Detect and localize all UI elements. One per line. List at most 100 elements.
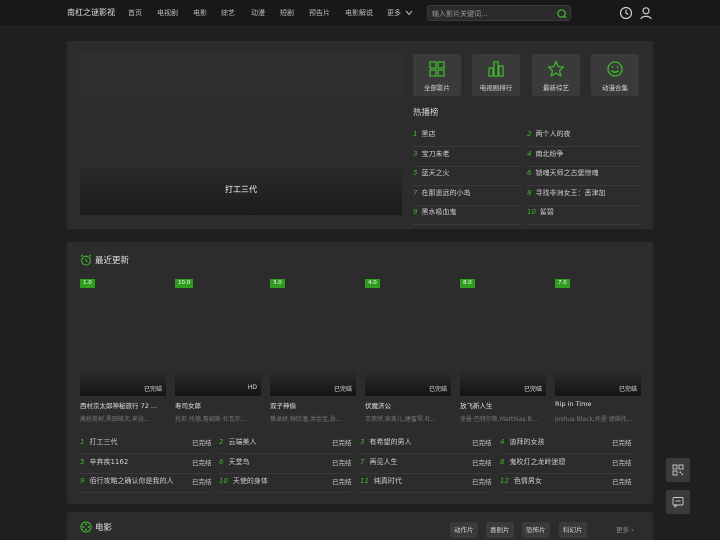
chevron-right-icon: › (631, 526, 634, 534)
list-status: 已完结 (192, 458, 212, 467)
list-status: 已完结 (332, 439, 352, 447)
poster[interactable]: 4.0 已完结 (365, 279, 451, 396)
hot-item[interactable]: 9 黑水吸血鬼 (413, 207, 521, 225)
card-title[interactable]: 西村京太郎神秘旅行 72 ... (80, 400, 166, 410)
list-title: 辛弃疾1162 (89, 457, 129, 466)
card-title[interactable]: 寿司女郎 (175, 400, 261, 410)
list-item[interactable]: 5 辛弃疾1162 已完结 (80, 457, 212, 474)
list-item[interactable]: 4 迪拜的女孩 已完结 (500, 437, 633, 454)
hero-banner[interactable]: 打工三代 (80, 54, 402, 215)
list-item[interactable]: 2 云端美人 已完结 (219, 437, 352, 454)
card-title[interactable]: 放飞新人生 (460, 400, 546, 410)
list-rank: 7 (360, 457, 365, 466)
list-rank: 2 (219, 438, 224, 446)
list-rank: 5 (80, 457, 85, 466)
score-badge: 7.0 (555, 279, 570, 288)
tag-comedy[interactable]: 喜剧片 (486, 522, 514, 538)
message-button[interactable] (666, 490, 690, 514)
poster[interactable]: 8.0 已完结 (460, 279, 546, 396)
card-cast: 蔡卓妍,钟欣潼,洪金宝,张... (270, 416, 342, 423)
hot-title: 两个人的夜 (535, 130, 571, 138)
hot-rank: 9 (413, 208, 418, 216)
card-title[interactable]: Rip in Time (555, 400, 641, 408)
category-all[interactable]: 全部影片 (413, 54, 461, 96)
list-item[interactable]: 1 打工三代 已完结 (80, 437, 212, 454)
search-icon[interactable] (556, 8, 567, 19)
list-status: 已完结 (332, 478, 352, 486)
list-title: 鬼吹灯之龙岭迷窟 (509, 457, 566, 466)
category-anime[interactable]: 动漫合集 (591, 54, 639, 96)
card-title[interactable]: 伏魔济公 (365, 400, 451, 410)
grid-icon (429, 61, 445, 77)
list-item[interactable]: 11 纯真时代 已完结 (360, 476, 492, 493)
list-item[interactable]: 6 天堂鸟 已完结 (219, 457, 352, 474)
smile-icon (607, 61, 623, 77)
nav-anime[interactable]: 动漫 (251, 8, 265, 18)
nav-shorts[interactable]: 短剧 (280, 8, 294, 18)
hot-rank: 5 (413, 169, 418, 177)
hero-title[interactable]: 打工三代 (80, 184, 402, 195)
nav-commentary[interactable]: 电影解说 (345, 8, 373, 18)
category-tv-ranking[interactable]: 电视剧排行 (472, 54, 520, 96)
hot-item[interactable]: 2 两个人的夜 (527, 129, 641, 147)
movie-section-title: 电影 (95, 523, 113, 533)
nav-movie[interactable]: 电影 (193, 8, 207, 18)
poster[interactable]: 3.0 已完结 (270, 279, 356, 396)
site-logo[interactable]: 南杠之谜影视 (67, 7, 115, 18)
list-status: 已完结 (612, 478, 632, 486)
history-icon[interactable] (619, 6, 633, 20)
recent-title: 最近更新 (95, 256, 130, 266)
hot-rank: 10 (527, 208, 536, 216)
movie-more-link[interactable]: 更多 › (616, 524, 634, 534)
card-cast: 王荣然,宋美儿,唐蜜琴,杜... (365, 416, 437, 423)
tag-horror[interactable]: 恐怖片 (522, 522, 550, 538)
tag-scifi[interactable]: 科幻片 (559, 522, 587, 538)
list-title: 打工三代 (89, 438, 118, 446)
hot-title: 宝刀未老 (421, 149, 450, 158)
poster[interactable]: 10.0 HD (175, 279, 261, 396)
chevron-down-icon[interactable] (405, 10, 413, 16)
hot-item[interactable]: 6 锁魂天师之古堡惊魂 (527, 168, 641, 186)
score-badge: 1.0 (80, 279, 95, 288)
hot-item[interactable]: 7 在那遥远的小岛 (413, 188, 521, 206)
tag-action[interactable]: 动作片 (450, 522, 478, 538)
hot-title: 黑水吸血鬼 (421, 208, 457, 216)
nav-tv[interactable]: 电视剧 (157, 8, 178, 18)
list-item[interactable]: 12 色情男女 已完结 (500, 476, 633, 493)
nav-home[interactable]: 首页 (128, 8, 142, 18)
list-title: 有希望的男人 (369, 438, 412, 446)
list-item[interactable]: 3 有希望的男人 已完结 (360, 437, 492, 454)
nav-trailer[interactable]: 预告片 (309, 8, 330, 18)
poster[interactable]: 7.0 已完结 (555, 279, 641, 396)
hot-item[interactable]: 5 蓝天之火 (413, 168, 521, 186)
search-input[interactable] (432, 8, 552, 19)
hot-item[interactable]: 10 鲨碧 (527, 207, 641, 225)
category-variety[interactable]: 最新综艺 (532, 54, 580, 96)
card-cast: 高桥英树,黑田绫次,来谷... (80, 416, 150, 423)
list-rank: 4 (500, 438, 505, 446)
hot-title: 鲨碧 (539, 208, 554, 216)
hot-item[interactable]: 1 黑店 (413, 129, 521, 147)
list-item[interactable]: 9 佰行攻略之确认你是我的人 已完结 (80, 476, 212, 493)
hot-rank: 6 (527, 169, 532, 177)
list-rank: 10 (219, 477, 228, 485)
hot-item[interactable]: 8 寻找非洲女王：恶津加 (527, 188, 641, 206)
hot-item[interactable]: 3 宝刀未老 (413, 149, 521, 167)
list-item[interactable]: 10 天使的身体 已完结 (219, 476, 352, 493)
hot-item[interactable]: 4 南北纷争 (527, 149, 641, 167)
more-label: 更多 (616, 526, 629, 534)
list-item[interactable]: 8 鬼吹灯之龙岭迷窟 已完结 (500, 457, 633, 474)
list-item[interactable]: 7 再见人生 已完结 (360, 457, 492, 474)
user-icon[interactable] (639, 6, 653, 20)
top-bar: 南杠之谜影视 首页 电视剧 电影 综艺 动漫 短剧 预告片 电影解说 更多 (0, 0, 720, 27)
card-title[interactable]: 双子神偷 (270, 400, 356, 410)
hot-title: 黑店 (421, 130, 436, 138)
nav-more[interactable]: 更多 (387, 8, 401, 18)
poster[interactable]: 1.0 已完结 (80, 279, 166, 396)
list-rank: 6 (219, 457, 224, 466)
nav-variety[interactable]: 综艺 (221, 8, 235, 18)
message-icon (672, 497, 684, 508)
qrcode-button[interactable] (666, 458, 690, 482)
hot-title: 蓝天之火 (421, 169, 450, 177)
list-rank: 12 (500, 477, 509, 485)
